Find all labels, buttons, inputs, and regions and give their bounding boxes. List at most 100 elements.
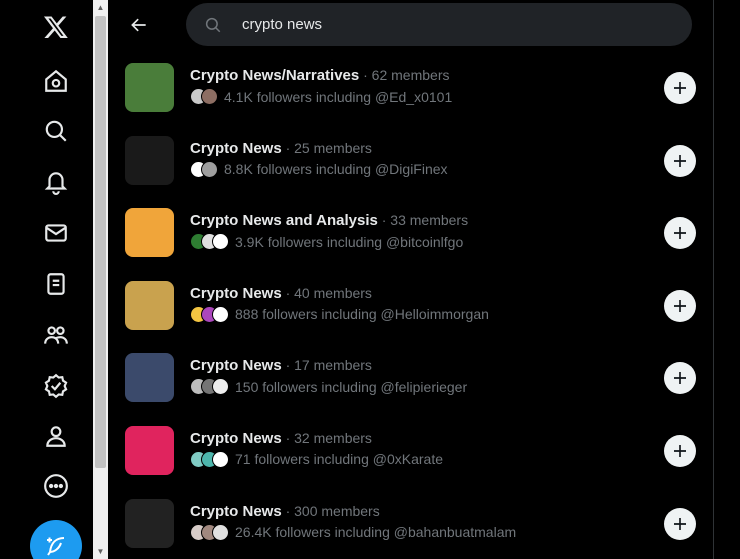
join-community-button[interactable] <box>664 362 696 395</box>
explore-icon[interactable] <box>31 106 81 156</box>
community-info: Crypto News/Narratives · 62 members 4.1K… <box>190 67 452 105</box>
community-title[interactable]: Crypto News <box>190 357 282 374</box>
community-member-count: · 17 members <box>281 357 372 374</box>
follower-facepile <box>190 160 218 178</box>
plus-icon <box>674 299 686 312</box>
follower-avatar <box>212 233 229 251</box>
community-member-count: · 32 members <box>281 429 372 446</box>
follower-avatar <box>201 160 218 178</box>
community-title[interactable]: Crypto News <box>190 285 282 302</box>
lists-icon[interactable] <box>31 259 81 309</box>
follower-avatar <box>212 523 229 541</box>
plus-icon <box>674 372 686 385</box>
more-icon[interactable] <box>31 461 81 511</box>
community-followers-text: 4.1K followers including @Ed_x0101 <box>224 88 453 105</box>
follower-facepile <box>190 305 229 323</box>
community-result-row[interactable]: Crypto News · 17 members 150 followers i… <box>108 341 714 414</box>
join-community-button[interactable] <box>664 507 696 540</box>
community-info: Crypto News · 40 members 888 followers i… <box>190 285 489 323</box>
join-community-button[interactable] <box>664 434 696 467</box>
community-info: Crypto News · 17 members 150 followers i… <box>190 357 468 396</box>
community-title[interactable]: Crypto News <box>190 503 282 520</box>
community-followers-line: 71 followers including @0xKarate <box>190 450 443 468</box>
vertical-scrollbar[interactable]: ▲ ▼ <box>93 0 108 559</box>
plus-icon <box>674 154 686 167</box>
messages-icon[interactable] <box>31 208 81 258</box>
community-results-list: Crypto News/Narratives · 62 members 4.1K… <box>108 51 714 559</box>
plus-icon <box>674 227 686 240</box>
community-result-row[interactable]: Crypto News · 300 members 26.4K follower… <box>108 487 714 559</box>
community-result-row[interactable]: Crypto News · 40 members 888 followers i… <box>108 269 714 342</box>
community-title[interactable]: Crypto News and Analysis <box>190 212 378 229</box>
join-community-button[interactable] <box>664 289 696 322</box>
follower-facepile <box>190 523 229 541</box>
community-result-row[interactable]: Crypto News · 32 members 71 followers in… <box>108 414 714 487</box>
follower-facepile <box>190 233 229 251</box>
compose-post-button[interactable] <box>30 520 82 559</box>
communities-icon[interactable] <box>31 310 81 360</box>
community-followers-text: 71 followers including @0xKarate <box>235 451 443 468</box>
follower-facepile <box>190 450 229 468</box>
community-followers-line: 150 followers including @felipierieger <box>190 378 468 396</box>
community-followers-text: 888 followers including @Helloimmorgan <box>235 306 489 323</box>
follower-facepile <box>190 88 218 105</box>
notifications-icon[interactable] <box>31 157 81 207</box>
community-followers-text: 26.4K followers including @bahanbuatmala… <box>235 524 517 541</box>
community-title-line: Crypto News · 300 members <box>190 503 516 520</box>
community-result-row[interactable]: Crypto News · 25 members 8.8K followers … <box>108 124 714 197</box>
community-avatar[interactable] <box>125 498 174 548</box>
profile-icon[interactable] <box>31 411 81 461</box>
community-info: Crypto News · 25 members 8.8K followers … <box>190 140 448 178</box>
community-info: Crypto News · 300 members 26.4K follower… <box>190 503 516 541</box>
right-divider <box>713 0 714 559</box>
community-title-line: Crypto News · 40 members <box>190 285 489 302</box>
community-result-row[interactable]: Crypto News/Narratives · 62 members 4.1K… <box>108 51 714 124</box>
search-bar[interactable] <box>186 3 692 46</box>
left-navigation <box>0 0 93 559</box>
back-button[interactable] <box>122 8 156 42</box>
x-logo-icon[interactable] <box>31 2 81 52</box>
follower-avatar <box>212 450 229 468</box>
search-input[interactable] <box>242 16 642 33</box>
community-followers-text: 8.8K followers including @DigiFinex <box>224 161 448 178</box>
community-avatar[interactable] <box>125 135 174 185</box>
join-community-button[interactable] <box>664 144 696 177</box>
home-icon[interactable] <box>31 56 81 106</box>
compose-post-icon <box>47 537 65 556</box>
community-member-count: · 33 members <box>377 212 469 229</box>
follower-facepile <box>190 378 229 396</box>
community-member-count: · 40 members <box>281 284 372 301</box>
plus-icon <box>674 517 686 530</box>
community-title-line: Crypto News · 25 members <box>190 140 448 157</box>
community-title[interactable]: Crypto News/Narratives <box>190 67 359 84</box>
community-member-count: · 300 members <box>281 502 380 519</box>
community-avatar[interactable] <box>125 425 174 475</box>
follower-avatar <box>212 305 229 323</box>
plus-icon <box>674 82 686 94</box>
community-followers-text: 3.9K followers including @bitcoinlfgo <box>235 233 464 250</box>
community-followers-line: 4.1K followers including @Ed_x0101 <box>190 88 452 105</box>
community-title-line: Crypto News · 32 members <box>190 430 443 447</box>
join-community-button[interactable] <box>664 217 696 250</box>
community-avatar[interactable] <box>125 280 174 330</box>
join-community-button[interactable] <box>664 72 696 104</box>
community-member-count: · 62 members <box>359 67 450 83</box>
main-column: Crypto News/Narratives · 62 members 4.1K… <box>108 0 714 559</box>
community-followers-text: 150 followers including @felipierieger <box>235 378 468 395</box>
community-info: Crypto News and Analysis · 33 members 3.… <box>190 212 468 251</box>
community-title-line: Crypto News and Analysis · 33 members <box>190 212 468 229</box>
back-arrow-icon <box>131 18 146 32</box>
scroll-down-arrow-icon[interactable]: ▼ <box>93 544 108 559</box>
community-title-line: Crypto News · 17 members <box>190 357 467 374</box>
verified-icon[interactable] <box>31 361 81 411</box>
community-title[interactable]: Crypto News <box>190 140 282 157</box>
community-avatar[interactable] <box>125 63 174 112</box>
community-followers-line: 8.8K followers including @DigiFinex <box>190 160 448 178</box>
community-title[interactable]: Crypto News <box>190 430 282 447</box>
community-result-row[interactable]: Crypto News and Analysis · 33 members 3.… <box>108 196 714 269</box>
community-avatar[interactable] <box>125 353 174 403</box>
scrollbar-thumb[interactable] <box>95 16 106 468</box>
scroll-up-arrow-icon[interactable]: ▲ <box>93 0 108 15</box>
community-avatar[interactable] <box>125 208 174 258</box>
plus-icon <box>674 444 686 457</box>
